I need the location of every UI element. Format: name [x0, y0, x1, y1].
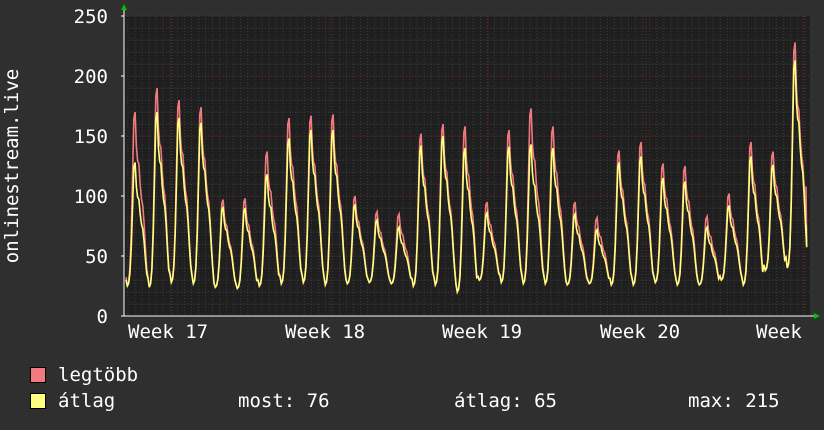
legend-swatch-max — [30, 367, 46, 383]
legend-swatch-avg — [30, 393, 46, 409]
y-tick-label: 150 — [74, 126, 108, 148]
x-axis-ticks: Week 17 Week 18 Week 19 Week 20 Week — [128, 321, 802, 343]
y-axis-ticks: 0 50 100 150 200 250 — [74, 6, 124, 328]
y-tick-label: 50 — [85, 246, 108, 268]
y-axis-arrow-icon — [121, 4, 127, 10]
x-tick-label: Week 17 — [128, 321, 208, 343]
x-axis-arrow-icon — [814, 313, 820, 319]
legend-label-avg: átlag — [58, 390, 116, 412]
y-tick-label: 250 — [74, 6, 108, 28]
x-tick-label: Week 19 — [442, 321, 522, 343]
y-tick-label: 0 — [97, 306, 108, 328]
legend-row-max: legtöbb — [30, 362, 810, 388]
y-tick-label: 200 — [74, 66, 108, 88]
x-tick-label: Week 18 — [285, 321, 365, 343]
y-tick-label: 100 — [74, 186, 108, 208]
x-tick-label: Week 20 — [600, 321, 680, 343]
legend-label-max: legtöbb — [58, 364, 139, 386]
stat-average: átlag: 65 — [454, 390, 557, 412]
y-axis-label: onlinestream.live — [1, 69, 23, 263]
x-tick-label: Week — [756, 321, 802, 343]
legend-row-avg: átlag most: 76 átlag: 65 max: 215 — [30, 388, 810, 414]
stat-current: most: 76 — [238, 390, 330, 412]
legend: legtöbb átlag most: 76 átlag: 65 max: 21… — [30, 362, 810, 414]
stat-max: max: 215 — [688, 390, 780, 412]
